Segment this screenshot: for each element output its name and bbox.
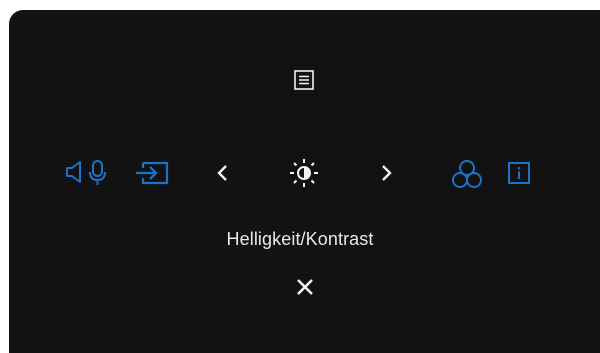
menu-icon[interactable] [294,70,314,90]
speaker-icon[interactable] [65,159,87,185]
current-item-label: Helligkeit/Kontrast [226,229,374,249]
chevron-left-icon[interactable] [215,163,229,183]
chevron-right-icon[interactable] [380,163,394,183]
brightness-contrast-icon[interactable] [289,158,319,188]
info-icon[interactable] [507,161,531,185]
microphone-icon[interactable] [88,159,108,187]
osd-menu-panel: Helligkeit/Kontrast [9,10,600,353]
close-icon[interactable] [296,278,314,296]
input-source-icon[interactable] [134,160,170,186]
color-circles-icon[interactable] [450,158,484,190]
